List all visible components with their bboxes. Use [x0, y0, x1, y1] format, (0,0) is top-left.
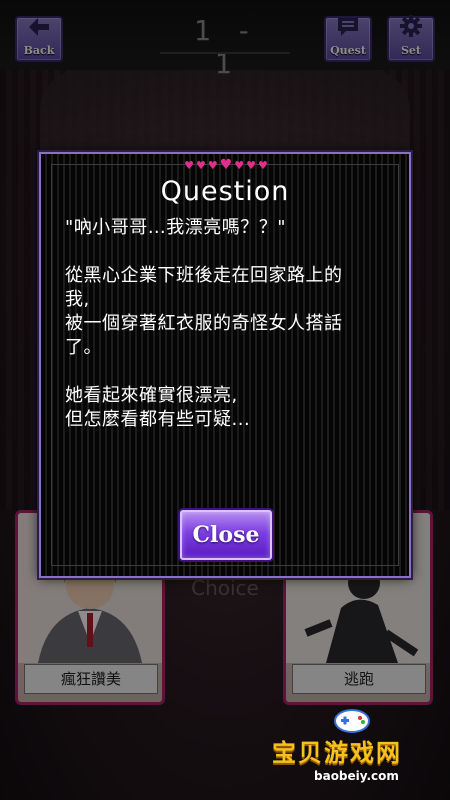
heart-icon: ♥ — [195, 158, 206, 172]
dialog-body: "吶小哥哥…我漂亮嗎？？" 從黑心企業下班後走在回家路上的 我, 被一個穿著紅衣… — [65, 216, 395, 456]
dialog-title: Question — [160, 176, 290, 207]
gamepad-icon — [334, 709, 370, 733]
heart-icon: ♥ — [219, 156, 233, 173]
hearts-ornament: ♥ ♥ ♥ ♥ ♥ ♥ ♥ — [171, 158, 281, 172]
dialog-quote: "吶小哥哥…我漂亮嗎？？" — [65, 217, 287, 238]
watermark-text: 宝贝游戏网 — [272, 739, 402, 767]
dialog-paragraph: 她看起來確實很漂亮, 但怎麼看都有些可疑... — [65, 385, 251, 430]
heart-icon: ♥ — [184, 158, 194, 172]
close-button[interactable]: Close — [180, 510, 272, 560]
question-dialog: ♥ ♥ ♥ ♥ ♥ ♥ ♥ Question "吶小哥哥…我漂亮嗎？？" 從黑心… — [39, 152, 411, 578]
heart-icon: ♥ — [234, 158, 245, 172]
heart-icon: ♥ — [207, 158, 218, 172]
watermark-url: baobeiy.com — [314, 769, 399, 783]
watermark: 宝贝游戏网 baobeiy.com — [262, 705, 442, 795]
heart-icon: ♥ — [246, 158, 257, 172]
heart-icon: ♥ — [258, 158, 268, 172]
dialog-paragraph: 從黑心企業下班後走在回家路上的 我, 被一個穿著紅衣服的奇怪女人搭話 了。 — [65, 265, 343, 358]
